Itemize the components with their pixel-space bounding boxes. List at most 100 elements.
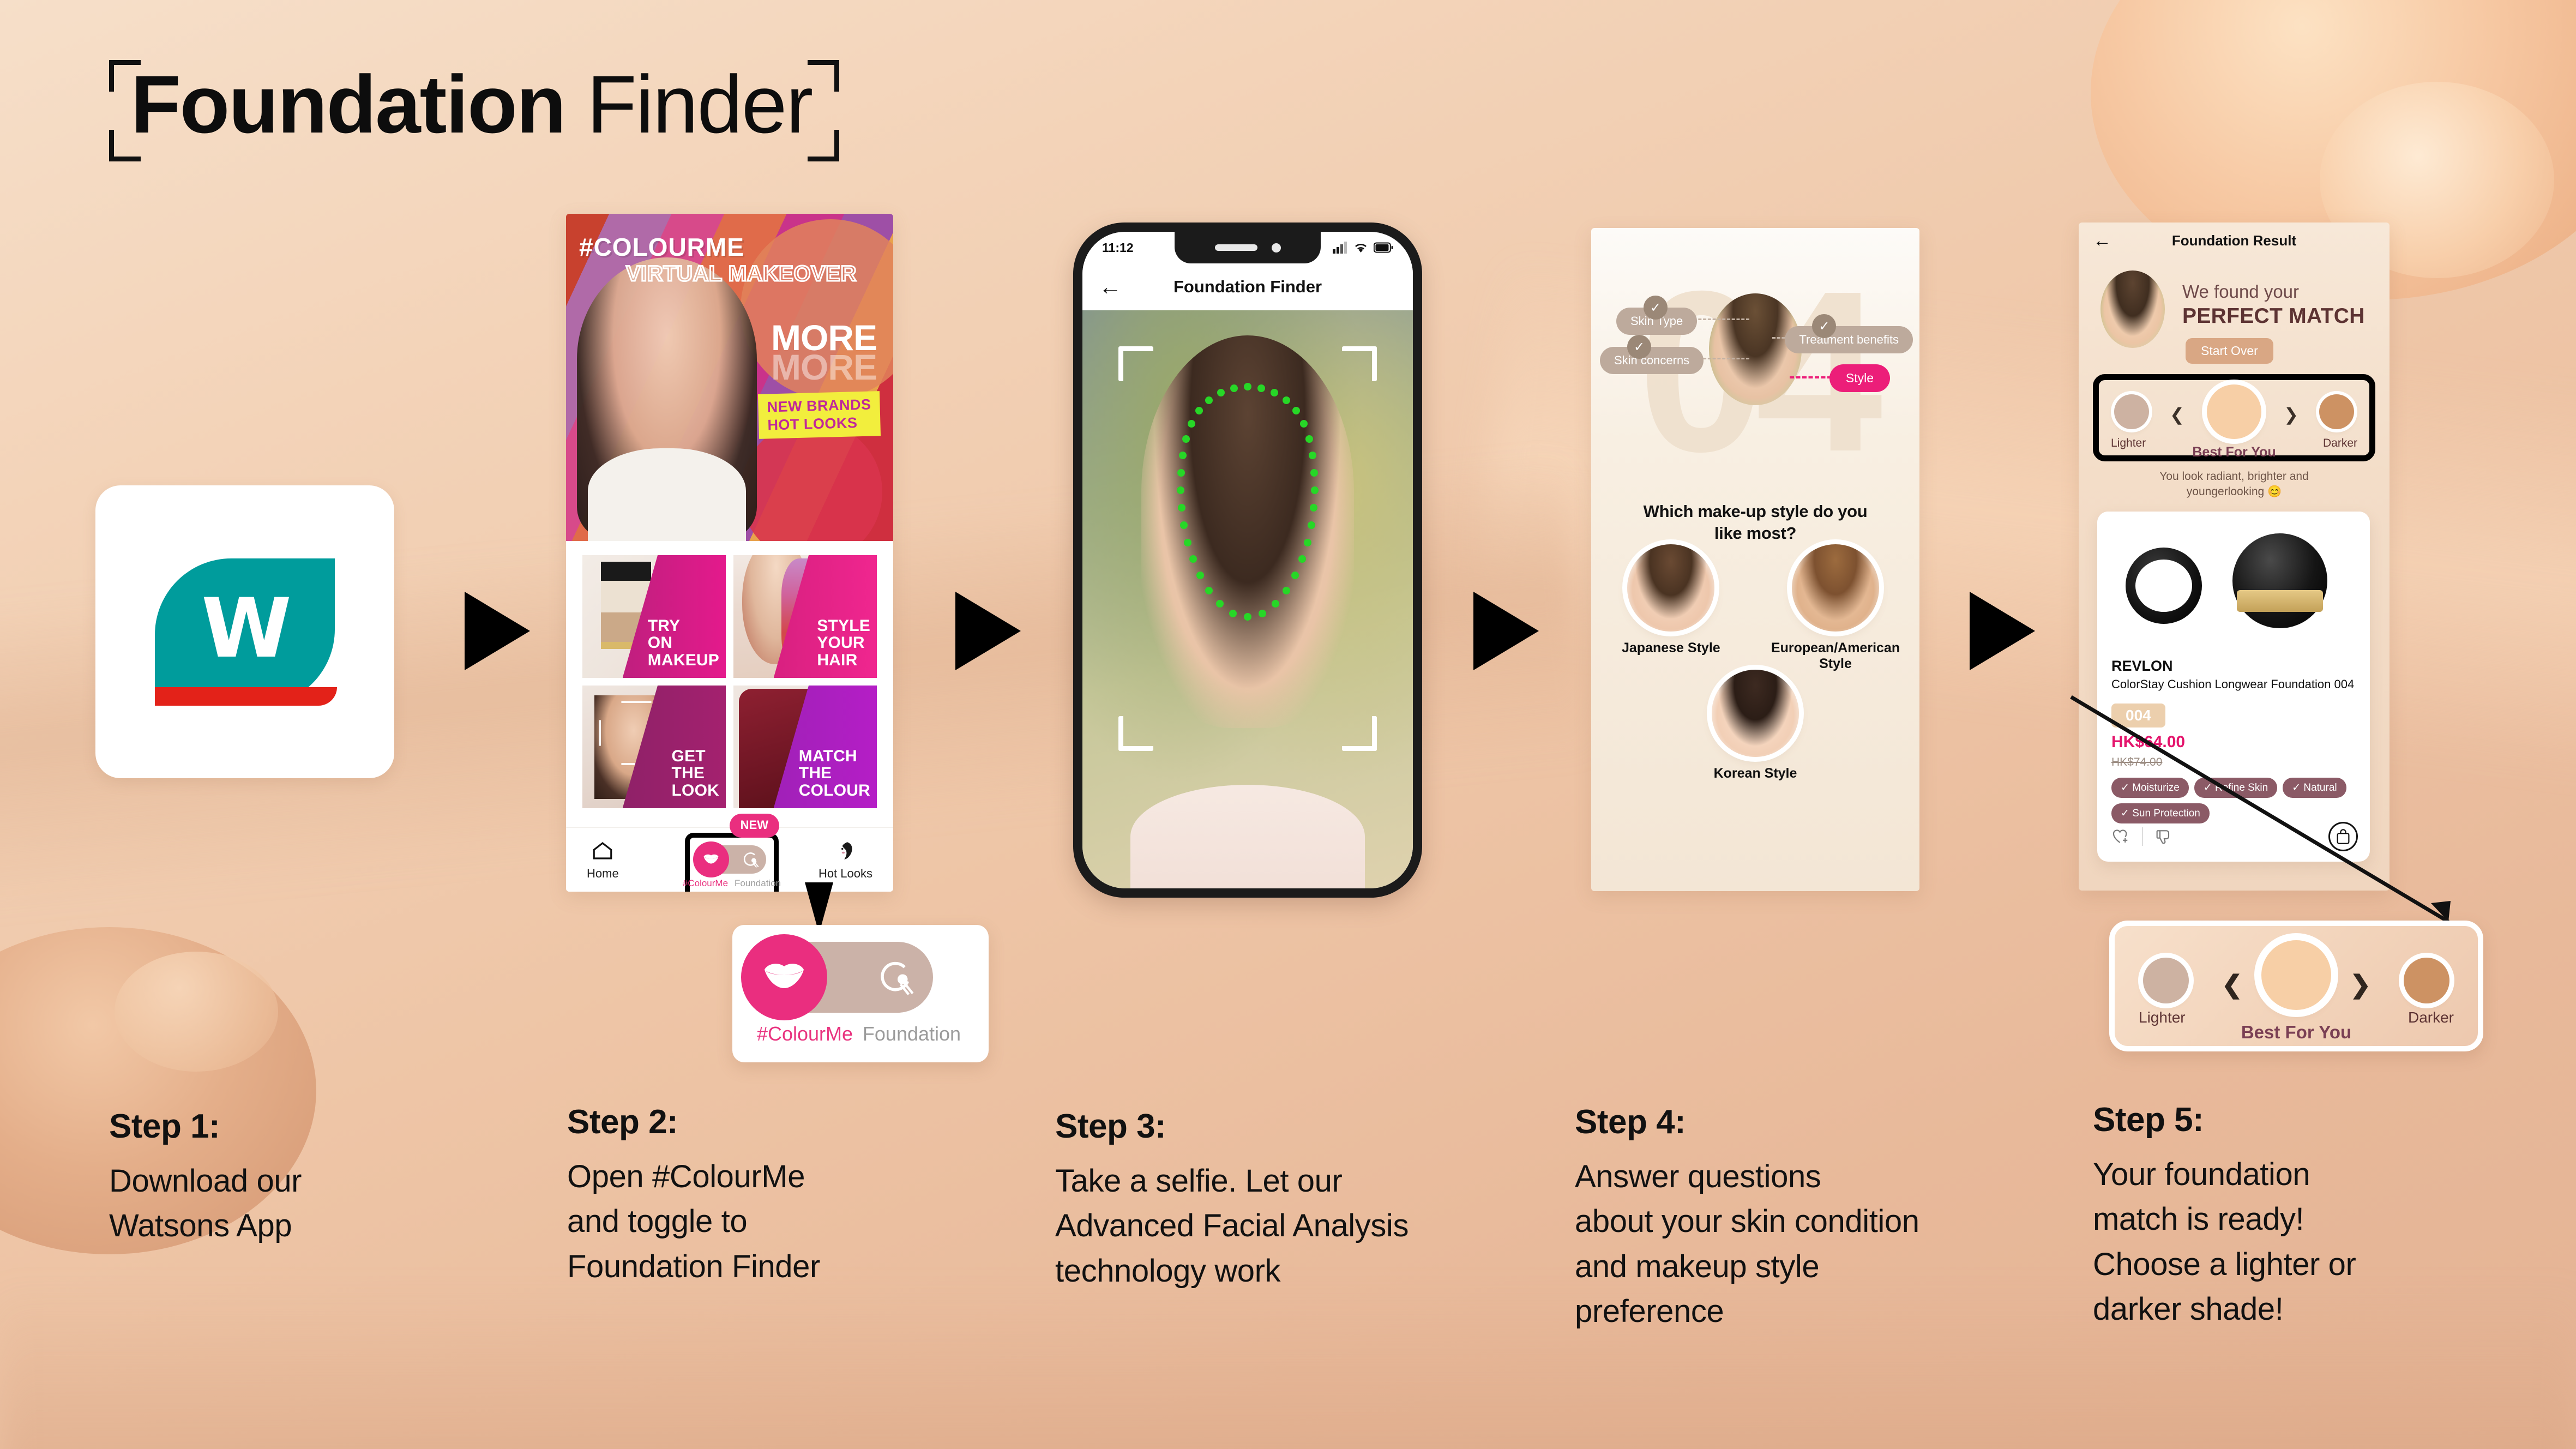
step5-title: Step 5:: [2093, 1101, 2204, 1139]
user-avatar: [1709, 293, 1802, 405]
step2-screen[interactable]: #COLOURME VIRTUAL MAKEOVER MORE MORE NEW…: [566, 214, 893, 892]
step1-body: Download our Watsons App: [109, 1163, 302, 1244]
watsons-app-tile[interactable]: W: [95, 485, 394, 778]
bracket-bottom-right-icon: [808, 130, 840, 161]
makeup-brush-icon: [743, 852, 759, 868]
arrow-step3-step4: [1473, 592, 1539, 670]
arrow-step4-step5: [1970, 592, 2035, 670]
hero-badge-line1: NEW BRANDS: [767, 396, 871, 416]
shade-swatch-darker[interactable]: [2319, 394, 2354, 429]
style-option-european-american[interactable]: European/American Style: [1754, 544, 1917, 672]
pill-skin-type[interactable]: ✓ Skin Type: [1616, 296, 1698, 335]
puff-brand-label: REVLON: [2138, 579, 2191, 591]
nav-label-home: Home: [587, 866, 619, 880]
zoom-shade-label-best: Best For You: [2241, 1022, 2352, 1042]
tile-get-the-look[interactable]: GET THE LOOK: [582, 686, 726, 808]
watsons-logo-icon: W: [155, 558, 337, 706]
product-brand: REVLON: [2111, 658, 2173, 674]
step3-phone-frame: 11:12 ← Foundation Finder: [1073, 223, 1422, 898]
tile-match-the-colour[interactable]: MATCH THE COLOUR: [733, 686, 877, 808]
page-title: Foundation Finder: [109, 49, 840, 161]
step4-screen[interactable]: 04 ✓ Skin Type ✓ Skin concerns ✓ Treatme…: [1591, 228, 1919, 891]
style-avatar: [1627, 544, 1715, 632]
back-arrow-icon[interactable]: ←: [1099, 275, 1122, 298]
hero-subtitle: VIRTUAL MAKEOVER: [625, 261, 857, 287]
status-icons: [1333, 242, 1393, 254]
colourme-hero-banner[interactable]: #COLOURME VIRTUAL MAKEOVER MORE MORE NEW…: [566, 214, 893, 541]
result-user-avatar: [2100, 270, 2165, 348]
product-name: ColorStay Cushion Longwear Foundation 00…: [2111, 677, 2355, 691]
step3-caption: Step 3: Take a selfie. Let our Advanced …: [1055, 1107, 1535, 1294]
tile-row-1: TRY ON MAKEUP STYLE YOUR HAIR: [582, 555, 877, 678]
zoom-shade-label-lighter: Lighter: [2139, 1009, 2186, 1026]
tile-label: GET THE LOOK: [671, 747, 719, 800]
product-image: REVLON: [2097, 512, 2370, 649]
bracket-top-left-icon: [109, 60, 141, 92]
tile-style-your-hair[interactable]: STYLE YOUR HAIR: [733, 555, 877, 678]
nav-title: Foundation Result: [2171, 232, 2297, 249]
focus-bracket-top-right-icon: [1342, 346, 1377, 381]
zoom-shade-label-darker: Darker: [2408, 1009, 2454, 1026]
focus-bracket-bottom-left-icon: [1118, 716, 1153, 751]
zoom-shade-swatch-best[interactable]: [2261, 940, 2331, 1010]
lips-icon: [703, 854, 719, 864]
start-over-button[interactable]: Start Over: [2186, 338, 2273, 364]
makeup-brush-icon: [881, 961, 914, 995]
chevron-left-icon[interactable]: ❮: [2170, 404, 2184, 425]
toggle-zoom-callout: #ColourMe Foundation: [732, 925, 989, 1062]
tile-label: TRY ON MAKEUP: [647, 616, 719, 670]
pill-style[interactable]: Style: [1829, 364, 1890, 392]
tile-try-on-makeup[interactable]: TRY ON MAKEUP: [582, 555, 726, 678]
toggle-track[interactable]: [693, 841, 766, 877]
style-avatar: [1712, 670, 1799, 757]
step3-screen[interactable]: 11:12 ← Foundation Finder: [1082, 232, 1413, 888]
title-light: Finder: [565, 58, 813, 150]
pill-label: Skin concerns: [1614, 353, 1690, 367]
zoom-toggle-knob-colourme[interactable]: [741, 934, 827, 1020]
nav-label-hot-looks: Hot Looks: [818, 866, 872, 880]
app-nav-bar: ← Foundation Finder: [1082, 263, 1413, 310]
pill-treatment-benefits[interactable]: ✓ Treatment benefits: [1785, 314, 1913, 353]
hero-more-ghost: MORE: [771, 347, 877, 388]
phone-notch: [1175, 232, 1321, 263]
zoom-toggle-label-foundation: Foundation: [862, 1023, 961, 1045]
check-icon: ✓: [1627, 335, 1651, 359]
lips-icon: [765, 964, 804, 988]
style-label: Korean Style: [1713, 766, 1797, 781]
zoom-toggle-track[interactable]: [741, 934, 933, 1020]
check-icon: ✓: [1644, 296, 1668, 320]
colourme-foundation-toggle[interactable]: NEW #ColourMe Foundation: [683, 814, 781, 892]
toggle-knob-colourme[interactable]: [693, 841, 729, 877]
step5-body: Your foundation match is ready! Choose a…: [2093, 1157, 2356, 1327]
nav-item-hot-looks[interactable]: Hot Looks: [818, 839, 872, 881]
pill-skin-concerns[interactable]: ✓ Skin concerns: [1600, 335, 1704, 374]
style-option-japanese[interactable]: Japanese Style: [1622, 544, 1720, 656]
chevron-left-icon[interactable]: ❮: [2222, 970, 2243, 999]
step1-caption: Step 1: Download our Watsons App: [109, 1107, 523, 1249]
watsons-logo-letter: W: [201, 581, 291, 677]
shade-swatch-lighter[interactable]: [2114, 394, 2149, 429]
battery-icon: [1374, 242, 1393, 253]
pill-label: Treatment benefits: [1799, 333, 1899, 346]
new-badge: NEW: [729, 814, 779, 838]
style-option-korean[interactable]: Korean Style: [1712, 670, 1799, 781]
feature-tile-grid: TRY ON MAKEUP STYLE YOUR HAIR GET THE LO…: [566, 541, 893, 819]
zoom-shade-swatch-lighter[interactable]: [2143, 958, 2189, 1003]
nav-item-home[interactable]: Home: [587, 839, 619, 881]
shade-selector-highlight[interactable]: ❮ ❯ Lighter Best For You Darker: [2093, 374, 2375, 461]
shade-swatch-best[interactable]: [2207, 384, 2261, 439]
zoom-toggle-label-colourme: #ColourMe: [756, 1023, 853, 1045]
hero-model-shirt: [588, 448, 746, 541]
arrow-step2-step3: [955, 592, 1021, 670]
chevron-right-icon[interactable]: ❯: [2284, 404, 2298, 425]
title-bold: Foundation: [131, 58, 566, 150]
chevron-right-icon[interactable]: ❯: [2350, 970, 2371, 999]
zoom-shade-swatch-darker[interactable]: [2404, 958, 2449, 1003]
step2-caption: Step 2: Open #ColourMe and toggle to Fou…: [567, 1103, 1003, 1289]
step4-body: Answer questions about your skin conditi…: [1575, 1159, 1919, 1330]
bracket-bottom-left-icon: [109, 130, 141, 161]
focus-bracket-top-left-icon: [1118, 346, 1153, 381]
step3-title: Step 3:: [1055, 1108, 1166, 1145]
step3-body: Take a selfie. Let our Advanced Facial A…: [1055, 1163, 1409, 1289]
back-arrow-icon[interactable]: ←: [2093, 230, 2111, 251]
